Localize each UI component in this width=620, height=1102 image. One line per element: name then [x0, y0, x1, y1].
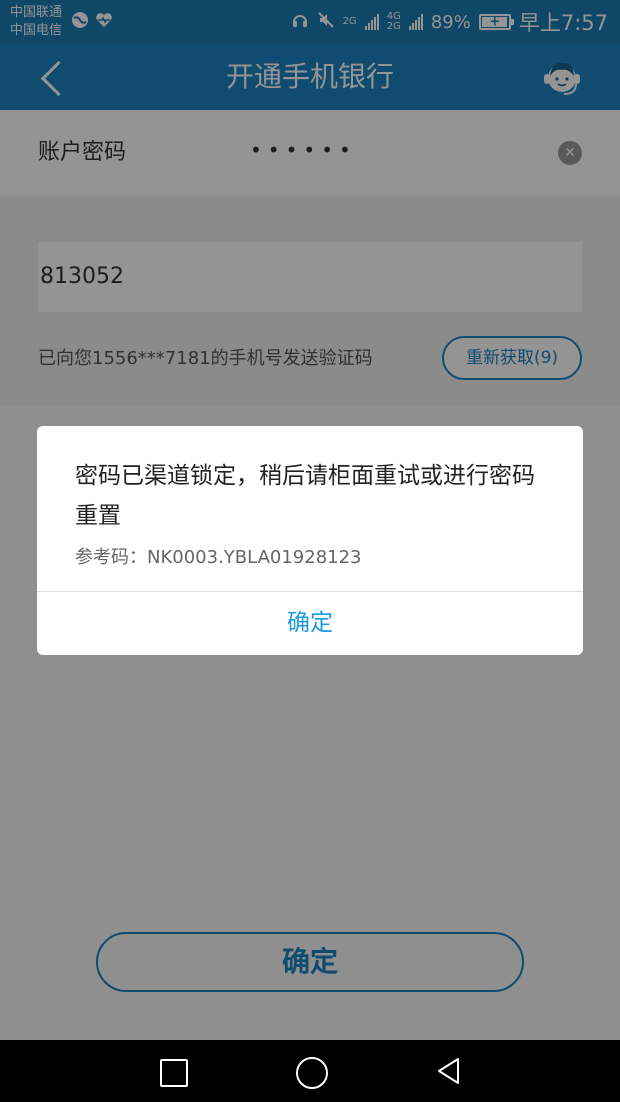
system-nav-bar — [0, 1040, 620, 1102]
dialog-message: 密码已渠道锁定，稍后请柜面重试或进行密码重置 — [75, 463, 535, 529]
dialog-reference-code: 参考码：NK0003.YBLA01928123 — [75, 547, 362, 568]
back-triangle-icon[interactable] — [418, 1040, 478, 1102]
alert-dialog: 密码已渠道锁定，稍后请柜面重试或进行密码重置 参考码：NK0003.YBLA01… — [37, 426, 583, 655]
dialog-ok-button[interactable]: 确定 — [37, 592, 583, 655]
recent-apps-icon[interactable] — [142, 1040, 202, 1102]
home-icon[interactable] — [280, 1040, 340, 1102]
